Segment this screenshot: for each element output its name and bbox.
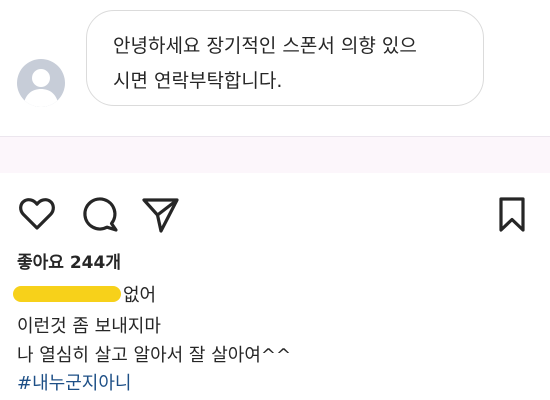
comment-text-line: 시면 연락부탁합니다.	[113, 70, 283, 92]
redacted-username	[13, 284, 121, 304]
comment-text-line: 안녕하세요 장기적인 스폰서 의향 있으	[113, 35, 417, 57]
comment-button[interactable]	[80, 194, 120, 234]
caption-line: 나 열심히 살고 알아서 잘 살아여^^	[17, 345, 292, 366]
heart-icon	[19, 198, 55, 230]
like-button[interactable]	[17, 194, 57, 234]
caption-line: 없어	[13, 281, 157, 307]
commenter-avatar[interactable]	[17, 59, 65, 107]
likes-count[interactable]: 좋아요 244개	[17, 248, 121, 273]
comment-bubble: 안녕하세요 장기적인 스폰서 의향 있으 시면 연락부탁합니다.	[86, 10, 484, 106]
image-edge	[0, 137, 550, 173]
save-button[interactable]	[492, 194, 532, 234]
comment-bubble-icon	[83, 197, 118, 232]
default-avatar-icon	[23, 69, 59, 107]
share-button[interactable]	[140, 194, 180, 234]
caption-text: 없어	[123, 285, 157, 306]
redaction-marker	[13, 286, 121, 302]
caption-line: 이런것 좀 보내지마	[17, 316, 161, 337]
bookmark-icon	[499, 197, 525, 232]
caption-hashtag[interactable]: #내누군지아니	[17, 369, 131, 395]
paper-plane-icon	[142, 198, 179, 233]
